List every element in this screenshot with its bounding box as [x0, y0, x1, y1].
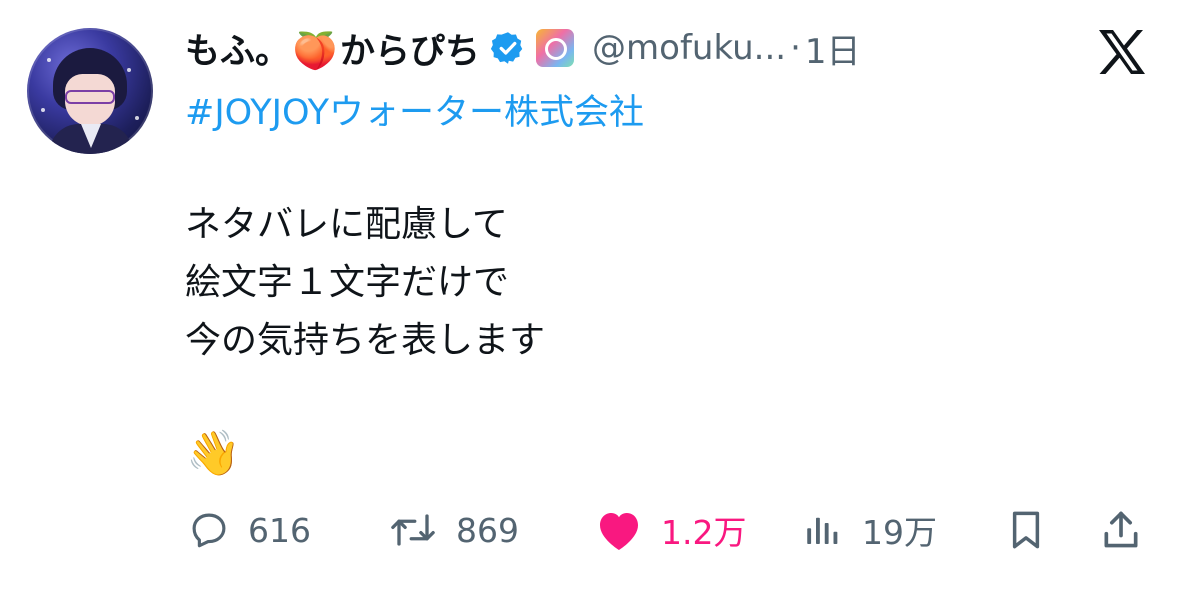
x-logo-icon[interactable] — [1097, 28, 1147, 76]
like-count: 1.2万 — [661, 513, 747, 552]
display-name-part2: からぴち — [340, 31, 481, 72]
tweet-header: もふ。🍑からぴち @mofuku... · 1日 — [185, 20, 861, 76]
tweet-time[interactable]: 1日 — [805, 24, 861, 73]
tweet-text-line: 今の気持ちを表します — [185, 320, 546, 361]
tweet-text-line: 絵文字１文字だけで — [185, 262, 510, 303]
reply-icon — [188, 509, 230, 551]
avatar-sparkle — [41, 108, 45, 112]
share-icon — [1099, 508, 1143, 552]
hashtag-link[interactable]: #JOYJOYウォーター株式会社 — [185, 84, 644, 135]
like-button[interactable]: 1.2万 — [595, 500, 746, 560]
reply-count: 616 — [248, 510, 311, 550]
tweet-actions: 616 869 1.2万 19万 — [185, 500, 1155, 560]
tweet-text-line: ネタバレに配慮して — [185, 204, 508, 245]
avatar-glasses — [65, 90, 115, 104]
separator-dot: · — [790, 28, 801, 68]
views-button[interactable]: 19万 — [802, 500, 937, 560]
tweet-text: ネタバレに配慮して 絵文字１文字だけで 今の気持ちを表します — [185, 196, 545, 370]
avatar-sparkle — [47, 58, 51, 62]
waving-hand-emoji: 👋 — [186, 428, 241, 479]
retweet-icon — [388, 509, 438, 551]
views-count: 19万 — [862, 513, 937, 552]
bookmark-icon — [1005, 508, 1047, 552]
display-name-part1: もふ。 — [185, 31, 291, 72]
retweet-button[interactable]: 869 — [388, 500, 519, 560]
avatar[interactable] — [27, 28, 153, 154]
share-button[interactable] — [1099, 500, 1143, 560]
analytics-icon — [802, 509, 844, 551]
verified-badge-icon — [490, 30, 526, 66]
retweet-count: 869 — [456, 510, 519, 550]
avatar-sparkle — [127, 68, 131, 72]
bookmark-button[interactable] — [1005, 500, 1047, 560]
peach-emoji: 🍑 — [292, 30, 338, 72]
heart-filled-icon — [595, 508, 643, 552]
display-name[interactable]: もふ。🍑からぴち — [185, 23, 480, 74]
avatar-sparkle — [135, 116, 139, 120]
user-handle[interactable]: @mofuku... — [592, 28, 786, 68]
reply-button[interactable]: 616 — [188, 500, 311, 560]
affiliate-badge-icon[interactable] — [536, 29, 575, 67]
